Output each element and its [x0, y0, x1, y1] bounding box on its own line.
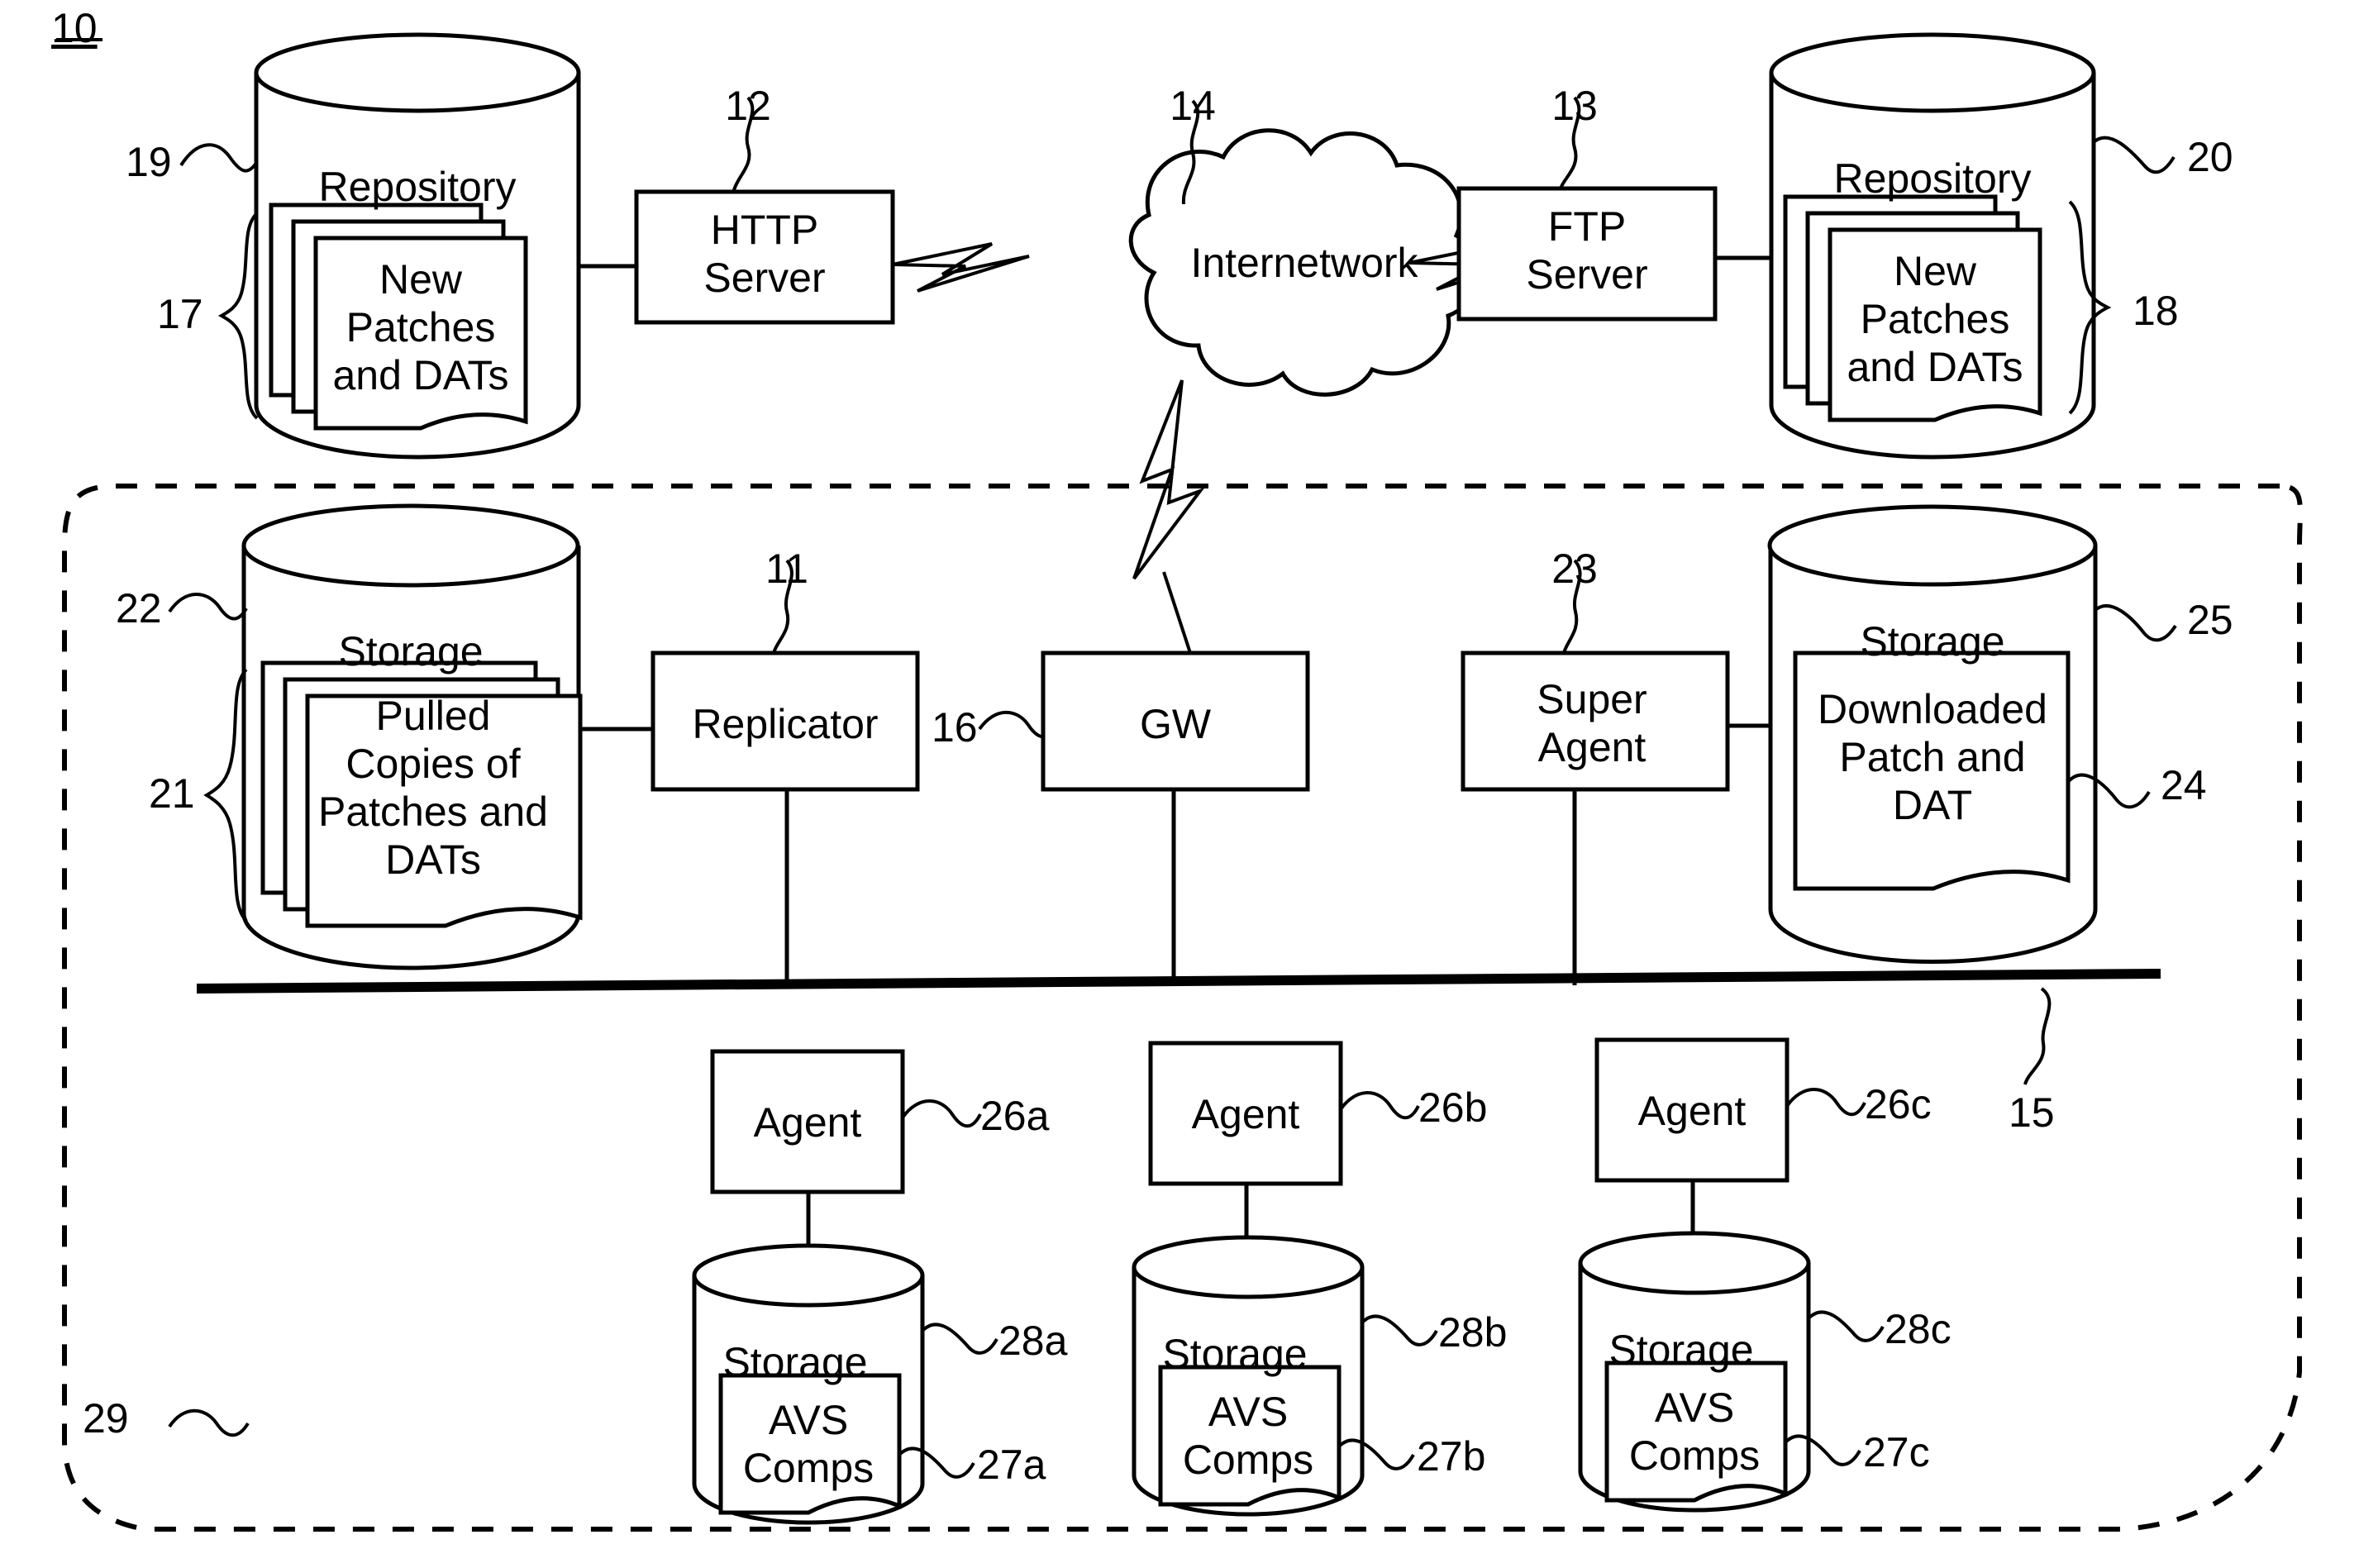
- ref-29-leader: [168, 1408, 250, 1437]
- repository-right-doc-line-1: New: [1893, 248, 1977, 294]
- storage-left-doc-line-2: Copies of: [346, 741, 521, 787]
- ref-label-26b: 26b: [1418, 1084, 1488, 1131]
- network-bus: [196, 969, 2161, 994]
- internetwork-label: Internetwork: [1190, 240, 1418, 286]
- repository-left-doc-line-1: New: [379, 256, 463, 303]
- ref-label-25: 25: [2187, 597, 2233, 643]
- agent-b-storage-doc-line-2: Comps: [1182, 1437, 1314, 1483]
- ref-28a-leader: [921, 1323, 998, 1355]
- ref-28c-leader: [1807, 1310, 1885, 1342]
- http-server-line-1: HTTP: [710, 207, 819, 253]
- agent-c-storage-docs: [1604, 1361, 1788, 1503]
- ref-22-leader: [168, 593, 248, 621]
- ref-19-leader: [179, 143, 259, 173]
- ref-label-21: 21: [149, 770, 195, 817]
- ref-label-17: 17: [157, 291, 203, 337]
- ref-15-leader: [2023, 987, 2052, 1085]
- ref-label-26a: 26a: [980, 1093, 1050, 1139]
- ref-label-13: 13: [1551, 83, 1598, 129]
- storage-left-title: Storage: [338, 628, 484, 674]
- ref-label-16: 16: [932, 704, 978, 751]
- storage-left-doc-line-4: DATs: [385, 836, 481, 883]
- ref-28b-leader: [1361, 1314, 1438, 1346]
- repository-right-doc-line-2: Patches: [1860, 296, 2010, 342]
- agent-a-storage-doc-line-2: Comps: [742, 1445, 874, 1491]
- agent-c-storage-title: Storage: [1608, 1327, 1754, 1373]
- ref-label-26c: 26c: [1865, 1081, 1932, 1127]
- agent-c-storage-doc-line-2: Comps: [1628, 1432, 1761, 1479]
- ftp-server-line-1: FTP: [1547, 203, 1627, 250]
- ref-26c-leader: [1785, 1088, 1866, 1117]
- repository-left-doc-line-2: Patches: [346, 304, 496, 350]
- gateway-label: GW: [1139, 701, 1212, 747]
- storage-right-doc-line-1: Downloaded: [1818, 686, 2047, 732]
- ref-label-29: 29: [83, 1395, 129, 1442]
- repository-right-doc-line-3: and DATs: [1847, 344, 2023, 390]
- ref-label-23: 23: [1551, 546, 1598, 592]
- ref-label-27c: 27c: [1863, 1429, 1930, 1475]
- ref-25-leader: [2094, 604, 2177, 642]
- storage-left-doc-line-3: Patches and: [318, 789, 548, 835]
- agent-c-label: Agent: [1637, 1088, 1747, 1134]
- ftp-server-line-2: Server: [1526, 251, 1648, 298]
- ref-label-27b: 27b: [1417, 1433, 1486, 1480]
- agent-c-storage-doc-line-1: AVS: [1654, 1385, 1735, 1431]
- ref-label-22: 22: [116, 585, 162, 631]
- lightning-down: [1132, 379, 1205, 580]
- ref-26a-leader: [901, 1099, 982, 1128]
- repository-right-title: Repository: [1833, 155, 2032, 202]
- lightning-left: [892, 242, 1030, 293]
- ref-17-brace: [217, 212, 259, 420]
- storage-right-doc-line-2: Patch and: [1839, 734, 2026, 780]
- storage-right-title: Storage: [1860, 618, 2005, 665]
- storage-left-doc-line-1: Pulled: [375, 693, 491, 739]
- ref-label-28c: 28c: [1885, 1306, 1952, 1352]
- ref-20-leader: [2092, 136, 2176, 174]
- repository-left-doc-line-3: and DATs: [332, 352, 509, 398]
- ref-label-11: 11: [765, 546, 808, 592]
- ref-label-12: 12: [725, 83, 771, 129]
- agent-a-label: Agent: [753, 1099, 862, 1146]
- ref-21-brace: [203, 668, 248, 922]
- ref-label-24: 24: [2161, 762, 2207, 808]
- ref-label-28a: 28a: [998, 1318, 1068, 1364]
- agent-a-storage-title: Storage: [722, 1339, 868, 1385]
- agent-b-storage-title: Storage: [1162, 1331, 1308, 1377]
- super-agent-line-1: Super: [1537, 676, 1647, 722]
- ref-label-27a: 27a: [977, 1442, 1046, 1488]
- ref-label-20: 20: [2187, 134, 2233, 180]
- agent-b-storage-doc-line-1: AVS: [1208, 1389, 1289, 1435]
- ref-label-18: 18: [2133, 288, 2179, 334]
- storage-right-doc-line-3: DAT: [1892, 782, 1973, 828]
- agent-a-storage-doc-line-1: AVS: [768, 1397, 849, 1443]
- agent-a-storage-docs: [718, 1373, 902, 1515]
- ref-label-14: 14: [1170, 83, 1216, 129]
- ref-label-28b: 28b: [1438, 1309, 1508, 1356]
- agent-b-label: Agent: [1191, 1091, 1300, 1137]
- ref-26b-leader: [1339, 1091, 1420, 1120]
- replicator-label: Replicator: [692, 701, 879, 747]
- http-server-line-2: Server: [703, 255, 826, 301]
- repository-left-title: Repository: [318, 164, 517, 210]
- agent-b-storage-docs: [1158, 1365, 1342, 1507]
- figure-number: 10: [51, 5, 98, 51]
- lightning-down-tail: [1162, 571, 1192, 654]
- super-agent-line-2: Agent: [1537, 724, 1647, 770]
- ref-label-19: 19: [126, 139, 172, 185]
- patent-figure: .ln { fill:none; stroke:#000; stroke-wid…: [0, 0, 2359, 1568]
- ref-label-15: 15: [2009, 1089, 2055, 1136]
